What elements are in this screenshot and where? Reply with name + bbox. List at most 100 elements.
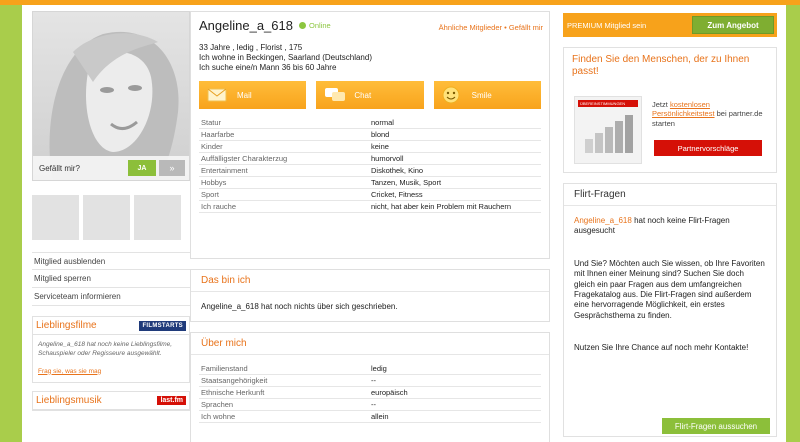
favorite-films-text: Angeline_a_618 hat noch keine Lieblingsf… — [38, 341, 173, 357]
flirt-questions-body: Angeline_a_618 hat noch keine Flirt-Frag… — [564, 206, 776, 386]
attribute-key: Ethnische Herkunft — [201, 388, 265, 397]
attribute-key: Kinder — [201, 142, 223, 151]
hide-member-link[interactable]: Mitglied ausblenden — [32, 252, 190, 270]
attribute-key: Ich rauche — [201, 202, 237, 211]
chat-bubble-icon — [324, 86, 346, 106]
favorite-films-header: Lieblingsfilme FILMSTARTS — [33, 317, 189, 335]
flirt-call-to-action: Nutzen Sie Ihre Chance auf noch mehr Kon… — [574, 343, 749, 353]
right-column: PREMIUM Mitglied sein Zum Angebot Finden… — [563, 13, 777, 437]
profile-info: 33 Jahre , ledig , Florist , 175 Ich woh… — [199, 43, 541, 73]
attribute-value: blond — [371, 130, 390, 139]
attribute-value: Cricket, Fitness — [371, 190, 423, 199]
attribute-value: Tanzen, Musik, Sport — [371, 178, 442, 187]
action-buttons: Mail Chat Smile — [199, 81, 541, 109]
favorite-films-box: Lieblingsfilme FILMSTARTS Angeline_a_618… — [32, 316, 190, 384]
choose-flirt-questions-button[interactable]: Flirt-Fragen aussuchen — [662, 418, 770, 434]
attribute-key: Sprachen — [201, 400, 234, 409]
about-me-short-text: Angeline_a_618 hat noch nichts über sich… — [201, 302, 398, 311]
attribute-value: -- — [371, 400, 376, 409]
table-row: Entertainment Diskothek, Kino — [199, 165, 541, 177]
report-to-service-link[interactable]: Serviceteam informieren — [32, 288, 190, 306]
favorite-films-title: Lieblingsfilme — [36, 320, 97, 331]
photo-thumbnail[interactable] — [134, 195, 181, 240]
envelope-icon — [207, 86, 227, 106]
premium-text: PREMIUM Mitglied sein — [567, 20, 647, 30]
smile-button[interactable]: Smile — [433, 81, 541, 109]
table-row: Hobbys Tanzen, Musik, Sport — [199, 177, 541, 189]
lastfm-logo[interactable]: last.fm — [157, 396, 186, 406]
similar-members-link[interactable]: Ähnliche Mitglieder • Gefällt mir — [439, 23, 543, 32]
about-me-section: Über mich Familienstand ledig Staatsangeh… — [190, 332, 550, 442]
attribute-value: normal — [371, 118, 394, 127]
attribute-value: humorvoll — [371, 154, 404, 163]
profile-location: Ich wohne in Beckingen, Saarland (Deutsc… — [199, 53, 372, 62]
filmstarts-logo[interactable]: FILMSTARTS — [139, 320, 186, 331]
about-me-title: Über mich — [191, 333, 549, 355]
smile-label: Smile — [471, 90, 492, 100]
flirt-questions-title: Flirt-Fragen — [564, 184, 776, 206]
table-row: Kinder keine — [199, 141, 541, 153]
attribute-key: Sport — [201, 190, 219, 199]
attribute-value: Diskothek, Kino — [371, 166, 424, 175]
ask-her-link[interactable]: Frag sie, was sie mag — [38, 368, 184, 377]
about-me-short-title: Das bin ich — [191, 270, 549, 292]
favorite-films-body: Angeline_a_618 hat noch keine Lieblingsf… — [33, 335, 189, 382]
match-chart-image[interactable]: ÜBEREINSTIMMUNGEN — [574, 96, 642, 164]
attribute-table: Statur normal Haarfarbe blond Kinder keine … — [199, 117, 541, 213]
page-container: Gefällt mir? JA » Mitglied ausblenden Mi… — [22, 5, 786, 442]
profile-photo[interactable]: Gefällt mir? JA » — [32, 11, 190, 181]
profile-basic-facts: 33 Jahre , ledig , Florist , 175 — [199, 43, 303, 52]
attribute-key: Hobbys — [201, 178, 227, 187]
table-row: Sprachen -- — [199, 399, 541, 411]
profile-search: Ich suche eine/n Mann 36 bis 60 Jahre — [199, 63, 337, 72]
attribute-value: nicht, hat aber kein Problem mit Raucher… — [371, 202, 512, 211]
about-me-table: Familienstand ledig Staatsangehörigkeit --… — [191, 355, 549, 423]
table-row: Familienstand ledig — [199, 363, 541, 375]
mail-button[interactable]: Mail — [199, 81, 307, 109]
table-row: Ich wohne allein — [199, 411, 541, 423]
member-actions-list: Mitglied ausblenden Mitglied sperren Ser… — [32, 252, 190, 306]
photo-thumbnails — [32, 195, 190, 240]
personality-test-promo: Finden Sie den Menschen, der zu Ihnen pa… — [563, 47, 777, 173]
photo-thumbnail[interactable] — [32, 195, 79, 240]
promo-text: Jetzt kostenlosen Persönlichkeitstest be… — [652, 100, 772, 128]
profile-name: Angeline_a_618 — [199, 18, 293, 33]
attribute-value: ledig — [371, 364, 387, 373]
like-yes-button[interactable]: JA — [128, 160, 156, 176]
table-row: Haarfarbe blond — [199, 129, 541, 141]
photo-thumbnail[interactable] — [83, 195, 130, 240]
about-me-short-section: Das bin ich Angeline_a_618 hat noch nich… — [190, 269, 550, 322]
mail-label: Mail — [237, 90, 252, 100]
partner-suggestions-button[interactable]: Partnervorschläge — [654, 140, 762, 156]
attribute-key: Staatsangehörigkeit — [201, 376, 268, 385]
block-member-link[interactable]: Mitglied sperren — [32, 270, 190, 288]
attribute-key: Entertainment — [201, 166, 248, 175]
promo-title: Finden Sie den Menschen, der zu Ihnen pa… — [572, 54, 750, 77]
flirt-username-link[interactable]: Angeline_a_618 — [574, 216, 632, 225]
table-row: Staatsangehörigkeit -- — [199, 375, 541, 387]
like-question: Gefällt mir? — [39, 163, 80, 173]
table-row: Statur normal — [199, 117, 541, 129]
attribute-value: europäisch — [371, 388, 408, 397]
attribute-key: Ich wohne — [201, 412, 236, 421]
premium-offer-button[interactable]: Zum Angebot — [692, 16, 774, 34]
chat-button[interactable]: Chat — [316, 81, 424, 109]
table-row: Ethnische Herkunft europäisch — [199, 387, 541, 399]
chat-label: Chat — [354, 90, 372, 100]
flirt-questions-box: Flirt-Fragen Angeline_a_618 hat noch kei… — [563, 183, 777, 437]
attribute-value: -- — [371, 376, 376, 385]
table-row: Sport Cricket, Fitness — [199, 189, 541, 201]
online-status-text: Online — [308, 21, 331, 30]
next-profile-button[interactable]: » — [159, 160, 185, 176]
favorite-music-title: Lieblingsmusik — [36, 395, 102, 407]
table-row: Ich rauche nicht, hat aber kein Problem m… — [199, 201, 541, 213]
profile-card: Angeline_a_618 Online Ähnliche Mitgliede… — [190, 11, 550, 259]
premium-banner: PREMIUM Mitglied sein Zum Angebot — [563, 13, 777, 37]
attribute-key: Statur — [201, 118, 222, 127]
attribute-value: keine — [371, 142, 389, 151]
attribute-key: Familienstand — [201, 364, 248, 373]
center-column: Angeline_a_618 Online Ähnliche Mitgliede… — [190, 11, 550, 442]
flirt-description: Und Sie? Möchten auch Sie wissen, ob Ihr… — [574, 258, 765, 320]
favorite-music-header: Lieblingsmusik last.fm — [33, 392, 189, 411]
online-status-icon — [298, 22, 306, 29]
